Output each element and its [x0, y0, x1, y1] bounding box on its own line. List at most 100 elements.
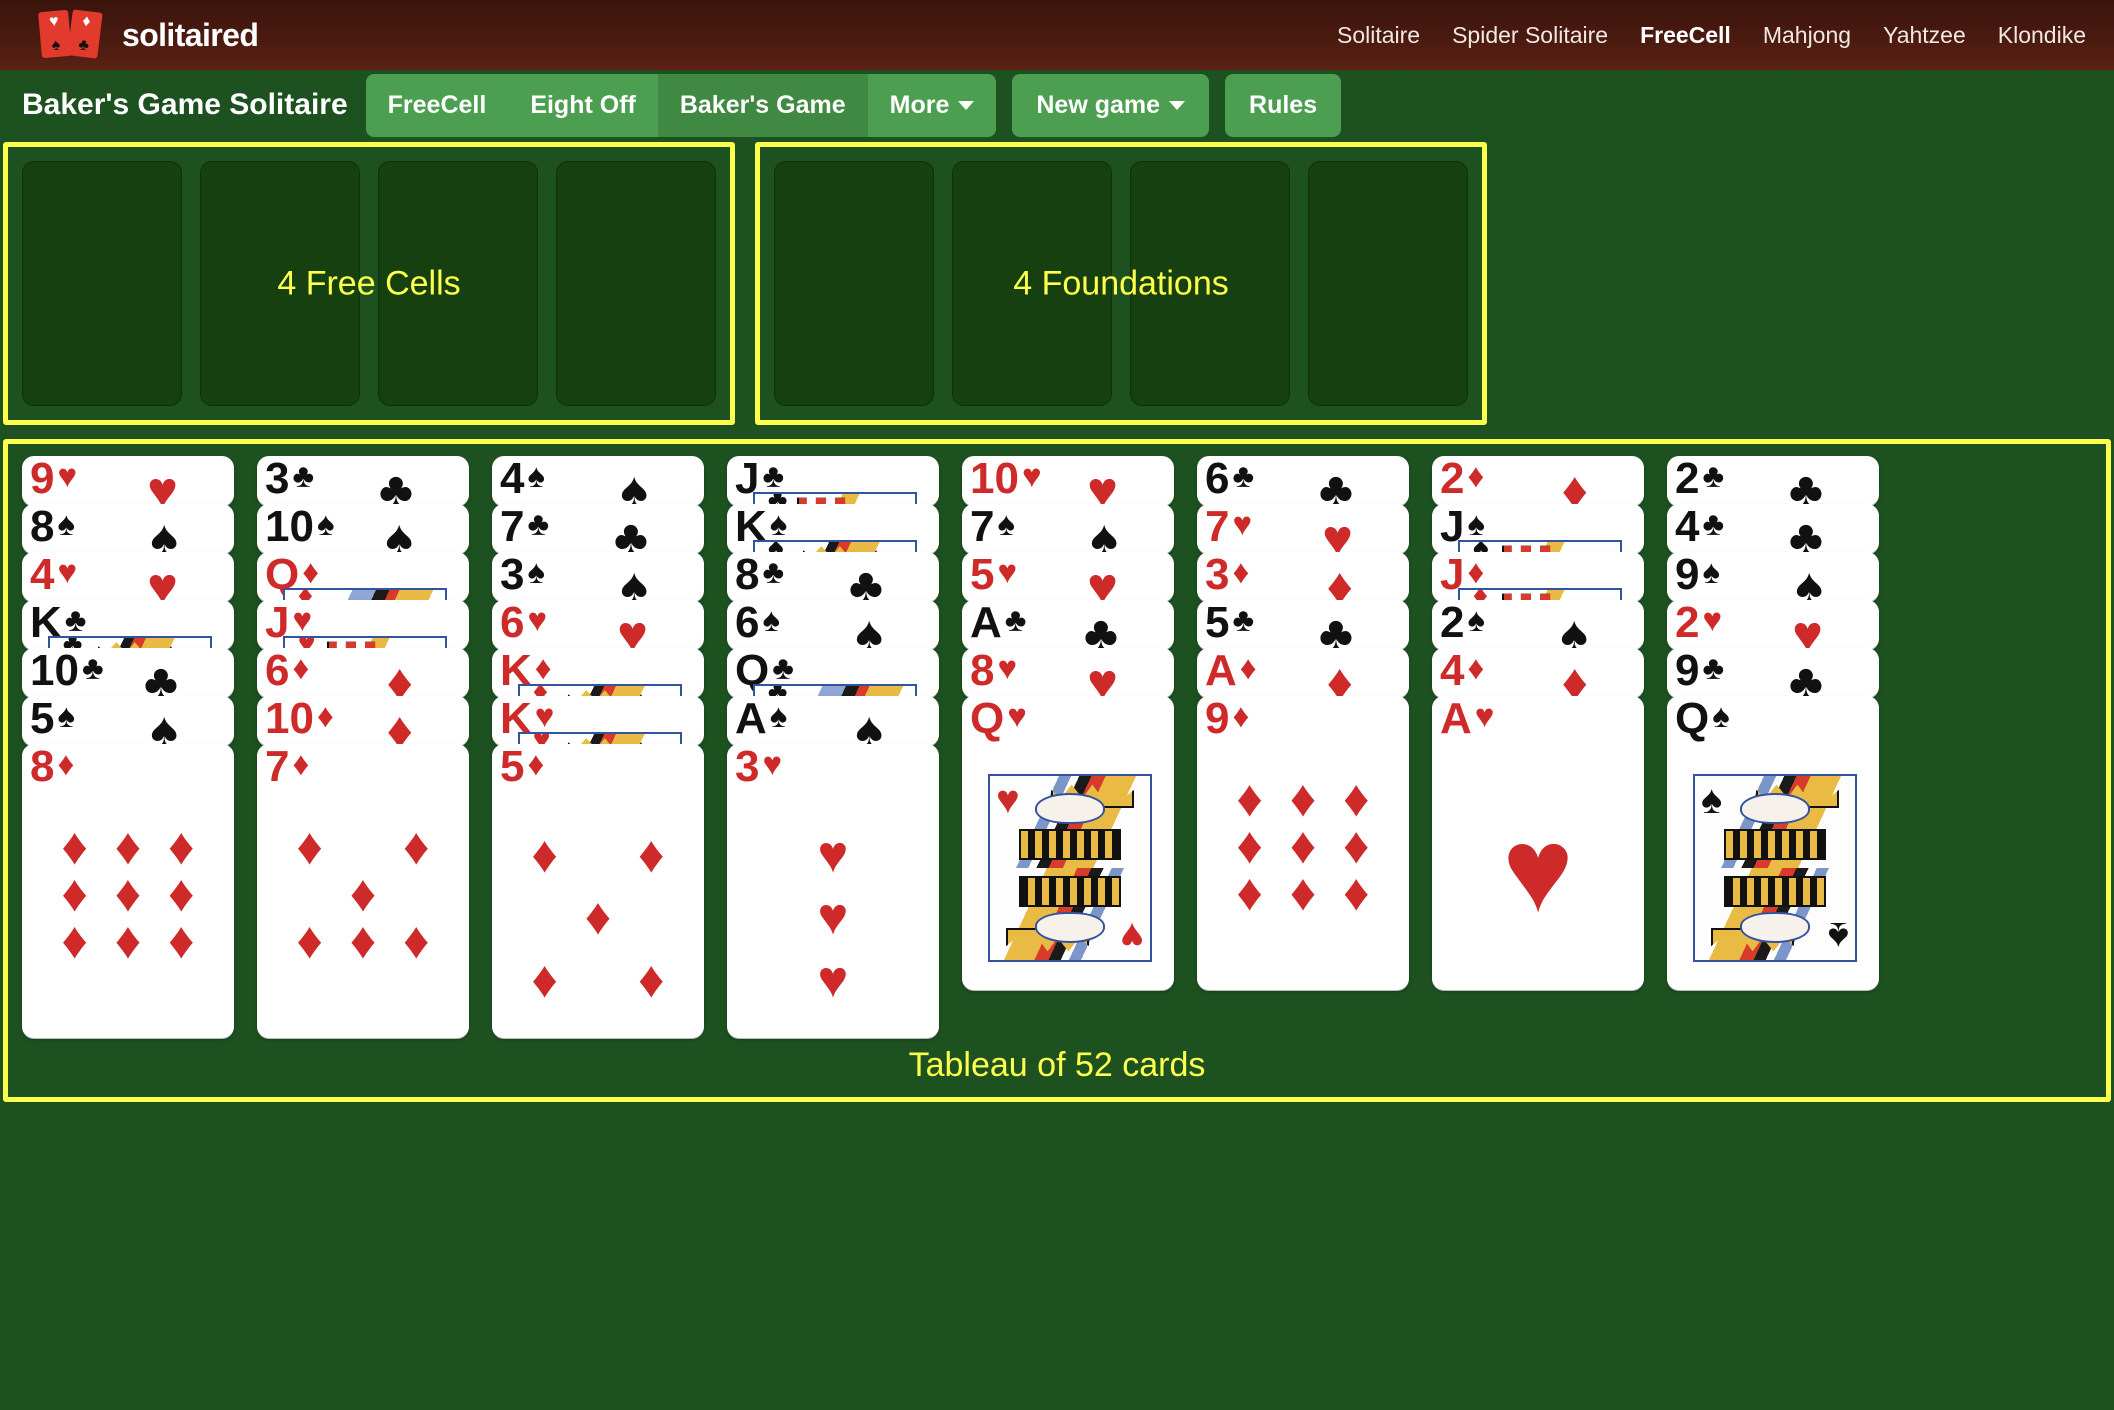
playing-card[interactable]: 5 ♥ ♥ — [962, 552, 1174, 602]
card-pip: ♠ — [620, 462, 648, 506]
playing-card[interactable]: A ♦ ♦ — [1197, 648, 1409, 698]
nav-item-spider-solitaire[interactable]: Spider Solitaire — [1452, 22, 1608, 49]
playing-card[interactable]: 7 ♥ ♥ — [1197, 504, 1409, 554]
card-suit-icon: ♠ — [1702, 553, 1721, 590]
playing-card[interactable]: 7 ♣ ♣ — [492, 504, 704, 554]
playing-card[interactable]: 4 ♠ ♠ — [492, 456, 704, 506]
card-corner: 10 ♣ — [30, 648, 104, 693]
playing-card[interactable]: 10 ♦ ♦ — [257, 696, 469, 746]
tableau-column[interactable]: 4♠ ♠7♣♣3♠♠6♥♥K♦♦K♥♥5♦♦♦♦♦♦ — [492, 456, 704, 1038]
playing-card[interactable]: 9 ♠ ♠ — [1667, 552, 1879, 602]
playing-card[interactable]: 3 ♦ ♦ — [1197, 552, 1409, 602]
playing-card[interactable]: 5 ♦ ♦ ♦ ♦ ♦ ♦ — [492, 744, 704, 1038]
nav-item-freecell[interactable]: FreeCell — [1640, 22, 1731, 49]
card-pip: ♦ — [114, 864, 142, 923]
free-cell-slot[interactable] — [22, 161, 182, 406]
free-cell-slot[interactable] — [556, 161, 716, 406]
playing-card[interactable]: Q ♠ ♠ ♠ — [1667, 696, 1879, 990]
playing-card[interactable]: A ♠ ♠ — [727, 696, 939, 746]
playing-card[interactable]: K♥♥ — [492, 696, 704, 746]
nav-item-mahjong[interactable]: Mahjong — [1763, 22, 1851, 49]
playing-card[interactable]: Q ♥ ♥ ♥ — [962, 696, 1174, 990]
playing-card[interactable]: J♦♦ — [1432, 552, 1644, 602]
playing-card[interactable]: 8 ♦ ♦ ♦ ♦ ♦ ♦ ♦ ♦ ♦ ♦ — [22, 744, 234, 1038]
playing-card[interactable]: 6 ♥ ♥ — [492, 600, 704, 650]
playing-card[interactable]: 7 ♠ ♠ — [962, 504, 1174, 554]
tableau-column[interactable]: 6 ♣ ♣ 7 ♥ ♥ 3 ♦ ♦ 5 ♣ ♣ A ♦ ♦ 9 ♦ ♦ ♦ ♦ ♦ ♦ ♦ ♦ ♦ ♦ — [1197, 456, 1409, 990]
playing-card[interactable]: A ♥ ♥ — [1432, 696, 1644, 990]
foundation-slot[interactable] — [774, 161, 934, 406]
card-rank: Q — [1675, 696, 1710, 743]
playing-card[interactable]: 2 ♣ ♣ — [1667, 456, 1879, 506]
rules-button[interactable]: Rules — [1225, 73, 1342, 137]
playing-card[interactable]: 2 ♦ ♦ — [1432, 456, 1644, 506]
playing-card[interactable]: Q♣♣ — [727, 648, 939, 698]
playing-card[interactable]: 4 ♥ ♥ — [22, 552, 234, 602]
playing-card[interactable]: 8 ♣ ♣ — [727, 552, 939, 602]
playing-card[interactable]: 3 ♣ ♣ — [257, 456, 469, 506]
playing-card[interactable]: 3 ♠ ♠ — [492, 552, 704, 602]
playing-card[interactable]: 7 ♦ ♦ ♦ ♦ ♦ ♦ ♦ — [257, 744, 469, 1038]
tableau-column[interactable]: J♣♣K♠♠8♣♣6♠♠Q♣♣A♠♠3♥♥♥♥ — [727, 456, 939, 1038]
playing-card[interactable]: 4 ♦ ♦ — [1432, 648, 1644, 698]
card-corner: 4 ♠ — [500, 456, 545, 501]
card-pip: ♦ — [61, 817, 88, 876]
playing-card[interactable]: J♥♥ — [257, 600, 469, 650]
playing-card[interactable]: 6 ♣ ♣ — [1197, 456, 1409, 506]
card-pip: ♥ — [817, 825, 849, 884]
card-suit-icon: ♦ — [1467, 457, 1485, 494]
variant-freecell-button[interactable]: FreeCell — [365, 73, 509, 137]
new-game-button[interactable]: New game — [1012, 73, 1210, 137]
playing-card[interactable]: A ♣ ♣ — [962, 600, 1174, 650]
playing-card[interactable]: 9 ♣ ♣ — [1667, 648, 1879, 698]
playing-card[interactable]: 2 ♥ ♥ — [1667, 600, 1879, 650]
playing-card[interactable]: K♣♣ — [22, 600, 234, 650]
tableau-column[interactable]: 9♥♥8♠♠4♥♥K♣♣10♣♣5♠♠8♦♦♦♦♦♦♦♦♦♦ — [22, 456, 234, 1038]
tableau-column[interactable]: 2♦♦J♠♠J♦♦2♠♠4♦♦A♥♥ — [1432, 456, 1644, 990]
playing-card[interactable]: K♠♠ — [727, 504, 939, 554]
foundation-slot[interactable] — [1308, 161, 1468, 406]
playing-card[interactable]: 6 ♠ ♠ — [727, 600, 939, 650]
nav-item-solitaire[interactable]: Solitaire — [1337, 22, 1420, 49]
variant-eight-off-button[interactable]: Eight Off — [508, 73, 658, 137]
playing-card[interactable]: Q♦♦ — [257, 552, 469, 602]
playing-card[interactable]: K♦♦ — [492, 648, 704, 698]
card-pips: ♥ ♥ ♥ — [753, 824, 913, 1012]
free-cell-slot[interactable] — [378, 161, 538, 406]
free-cell-slot[interactable] — [200, 161, 360, 406]
card-suit-icon: ♦ — [292, 649, 310, 686]
playing-card[interactable]: 9 ♥ ♥ — [22, 456, 234, 506]
playing-card[interactable]: 3 ♥ ♥ ♥ ♥ — [727, 744, 939, 1038]
nav-item-klondike[interactable]: Klondike — [1998, 22, 2086, 49]
tableau-column[interactable]: 3♣♣10♠♠Q♦♦J♥♥6♦♦10♦♦7♦♦♦♦♦♦♦ — [257, 456, 469, 1038]
face-card-half: ♠ — [1695, 868, 1855, 960]
tableau-column[interactable]: 10 ♥ ♥ 7 ♠ ♠ 5 ♥ ♥ A ♣ ♣ 8 ♥ ♥ Q ♥ ♥ ♥ — [962, 456, 1174, 990]
playing-card[interactable]: 6 ♦ ♦ — [257, 648, 469, 698]
playing-card[interactable]: 10 ♣ ♣ — [22, 648, 234, 698]
variant-bakers-game-button[interactable]: Baker's Game — [657, 73, 868, 137]
playing-card[interactable]: 5 ♣ ♣ — [1197, 600, 1409, 650]
playing-card[interactable]: 8 ♠ ♠ — [22, 504, 234, 554]
playing-card[interactable]: 8 ♥ ♥ — [962, 648, 1174, 698]
playing-card[interactable]: 10 ♥ ♥ — [962, 456, 1174, 506]
card-suit-icon: ♠ — [57, 505, 76, 542]
card-pip: ♦ — [403, 911, 430, 970]
playing-card[interactable]: 10 ♠ ♠ — [257, 504, 469, 554]
card-suit-icon: ♠ — [57, 697, 76, 734]
brand-logo[interactable]: ♥ ♠ ♦ ♣ solitaired — [38, 9, 259, 59]
playing-card[interactable]: J♠♠ — [1432, 504, 1644, 554]
nav-item-yahtzee[interactable]: Yahtzee — [1883, 22, 1966, 49]
card-suit-icon: ♦ — [1467, 649, 1485, 686]
playing-card[interactable]: J♣♣ — [727, 456, 939, 506]
playing-card[interactable]: 4 ♣ ♣ — [1667, 504, 1879, 554]
foundation-slot[interactable] — [1130, 161, 1290, 406]
playing-card[interactable]: 9 ♦ ♦ ♦ ♦ ♦ ♦ ♦ ♦ ♦ ♦ — [1197, 696, 1409, 990]
card-rank: 8 — [30, 744, 55, 791]
card-pips: ♦ ♦ ♦ ♦ ♦ ♦ ♦ ♦ ♦ — [1223, 773, 1383, 964]
playing-card[interactable]: 5 ♠ ♠ — [22, 696, 234, 746]
playing-card[interactable]: 2 ♠ ♠ — [1432, 600, 1644, 650]
chevron-down-icon — [1169, 100, 1186, 110]
tableau-column[interactable]: 2 ♣ ♣ 4 ♣ ♣ 9 ♠ ♠ 2 ♥ ♥ 9 ♣ ♣ Q ♠ ♠ ♠ — [1667, 456, 1879, 990]
foundation-slot[interactable] — [952, 161, 1112, 406]
more-menu-button[interactable]: More — [867, 73, 997, 137]
